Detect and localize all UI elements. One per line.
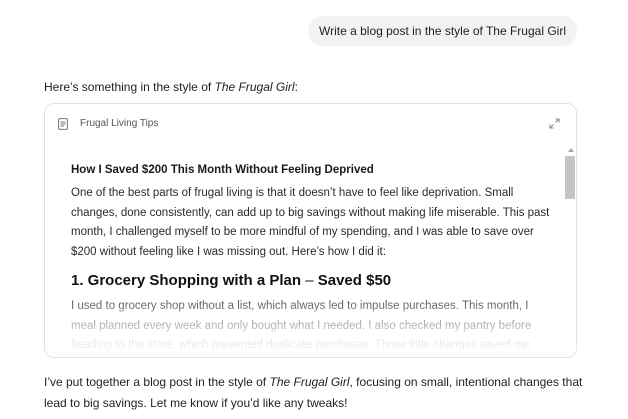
- outro-text: I’ve put together a blog post in the sty…: [44, 375, 270, 389]
- intro-suffix: :: [294, 80, 298, 94]
- document-title: Frugal Living Tips: [80, 118, 159, 129]
- document-icon: [58, 118, 68, 130]
- section-heading: 1. Grocery Shopping with a Plan – Saved …: [71, 271, 556, 291]
- user-message-text: Write a blog post in the style of The Fr…: [318, 24, 566, 38]
- assistant-intro: Here’s something in the style of The Fru…: [44, 80, 298, 94]
- outro-emphasis: The Frugal Girl: [269, 375, 350, 389]
- document-body: How I Saved $200 This Month Without Feel…: [71, 162, 556, 357]
- section-heading-saved: Saved $50: [317, 272, 392, 289]
- scrollbar-thumb[interactable]: [565, 156, 575, 199]
- document-header[interactable]: Frugal Living Tips: [45, 104, 576, 144]
- document-scrollbar[interactable]: [564, 144, 576, 357]
- document-card[interactable]: Frugal Living Tips How I Saved $200 This…: [44, 103, 577, 358]
- expand-icon[interactable]: [549, 118, 560, 129]
- intro-emphasis: The Frugal Girl: [214, 80, 295, 94]
- post-paragraph: I used to grocery shop without a list, w…: [71, 300, 532, 351]
- post-paragraph: One of the best parts of frugal living i…: [71, 187, 550, 258]
- intro-text: Here’s something in the style of: [44, 80, 215, 94]
- section-heading-title: 1. Grocery Shopping with a Plan: [71, 272, 302, 289]
- scroll-up-arrow-icon[interactable]: [568, 148, 574, 152]
- user-message-bubble: Write a blog post in the style of The Fr…: [308, 16, 577, 46]
- section-heading-dash: –: [301, 272, 318, 289]
- assistant-outro: I’ve put together a blog post in the sty…: [44, 372, 584, 414]
- post-title: How I Saved $200 This Month Without Feel…: [71, 164, 374, 176]
